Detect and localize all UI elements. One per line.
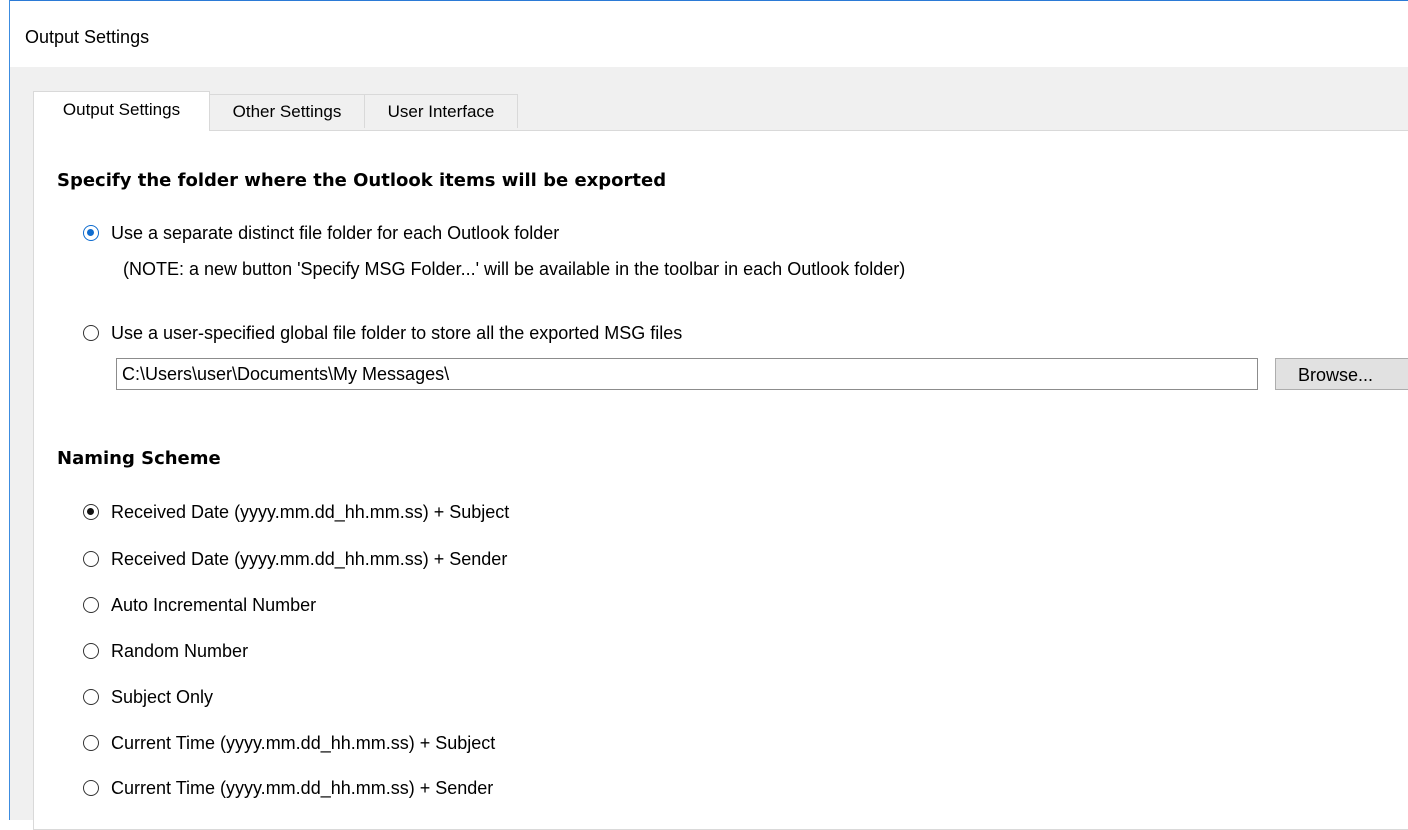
tab-label: Output Settings <box>62 100 181 119</box>
radio-subject-only[interactable]: Subject Only <box>83 686 213 708</box>
global-folder-path-input[interactable] <box>116 358 1258 390</box>
radio-global-folder[interactable]: Use a user-specified global file folder … <box>83 322 682 344</box>
tab-label: User Interface <box>387 102 495 121</box>
radio-button[interactable] <box>83 325 99 341</box>
radio-label: Received Date (yyyy.mm.dd_hh.mm.ss) + Se… <box>111 549 508 569</box>
radio-button[interactable] <box>83 597 99 613</box>
radio-current-time-subject[interactable]: Current Time (yyyy.mm.dd_hh.mm.ss) + Sub… <box>83 732 495 754</box>
settings-window: Output Settings Output Settings Other Se… <box>0 0 1408 830</box>
browse-button[interactable]: Browse... <box>1275 358 1408 390</box>
radio-separate-folder[interactable]: Use a separate distinct file folder for … <box>83 222 559 244</box>
tab-strip: Output Settings Other Settings User Inte… <box>10 67 1408 131</box>
folder-note: (NOTE: a new button 'Specify MSG Folder.… <box>123 259 906 279</box>
radio-label: Random Number <box>111 641 249 661</box>
tab-output-settings[interactable]: Output Settings <box>33 91 210 131</box>
window-title: Output Settings <box>25 27 150 47</box>
radio-button[interactable] <box>83 735 99 751</box>
radio-label: Use a separate distinct file folder for … <box>111 223 560 243</box>
title-bar: Output Settings <box>10 1 1408 67</box>
tab-user-interface[interactable]: User Interface <box>364 94 518 128</box>
tab-other-settings[interactable]: Other Settings <box>209 94 365 128</box>
radio-label: Current Time (yyyy.mm.dd_hh.mm.ss) + Sub… <box>111 733 496 753</box>
radio-button-checked[interactable] <box>83 504 99 520</box>
folder-section-heading: Specify the folder where the Outlook ite… <box>57 170 667 191</box>
radio-button[interactable] <box>83 689 99 705</box>
radio-label: Received Date (yyyy.mm.dd_hh.mm.ss) + Su… <box>111 502 510 522</box>
radio-label: Use a user-specified global file folder … <box>111 323 683 343</box>
tab-label: Other Settings <box>232 102 342 121</box>
radio-label: Current Time (yyyy.mm.dd_hh.mm.ss) + Sen… <box>111 778 494 798</box>
radio-label: Subject Only <box>111 687 214 707</box>
radio-received-date-sender[interactable]: Received Date (yyyy.mm.dd_hh.mm.ss) + Se… <box>83 548 507 570</box>
radio-button[interactable] <box>83 780 99 796</box>
naming-scheme-heading: Naming Scheme <box>57 448 221 469</box>
radio-auto-incremental-number[interactable]: Auto Incremental Number <box>83 594 316 616</box>
radio-current-time-sender[interactable]: Current Time (yyyy.mm.dd_hh.mm.ss) + Sen… <box>83 777 493 799</box>
radio-button[interactable] <box>83 643 99 659</box>
radio-received-date-subject[interactable]: Received Date (yyyy.mm.dd_hh.mm.ss) + Su… <box>83 501 509 523</box>
radio-button[interactable] <box>83 551 99 567</box>
radio-button-checked[interactable] <box>83 225 99 241</box>
window-border-left <box>0 0 10 820</box>
radio-label: Auto Incremental Number <box>111 595 317 615</box>
radio-random-number[interactable]: Random Number <box>83 640 248 662</box>
